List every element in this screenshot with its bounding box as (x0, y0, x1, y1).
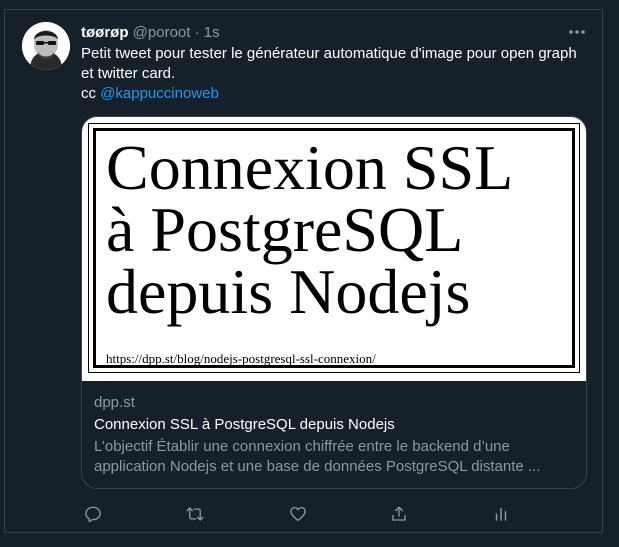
card-title: Connexion SSL à PostgreSQL depuis Nodejs (94, 416, 395, 433)
more-options-button[interactable] (565, 22, 589, 42)
image-frame: Connexion SSL à PostgreSQL depuis Nodejs… (88, 123, 580, 373)
tweet[interactable]: tøørøp @poroot · 1s Petit tweet pour tes… (4, 9, 603, 533)
image-title-line2: à PostgreSQL (106, 194, 464, 265)
action-bar (81, 502, 507, 526)
share-icon (392, 506, 406, 521)
retweet-icon (186, 507, 204, 521)
tweet-header: tøørøp @poroot · 1s (81, 23, 220, 43)
share-button[interactable] (387, 502, 411, 526)
timestamp[interactable]: 1s (204, 24, 220, 41)
display-name[interactable]: tøørøp (81, 24, 128, 41)
image-title: Connexion SSL à PostgreSQL depuis Nodejs (106, 132, 586, 327)
card-image[interactable]: Connexion SSL à PostgreSQL depuis Nodejs… (82, 117, 586, 381)
image-title-line3: depuis Nodejs (106, 256, 471, 327)
retweet-button[interactable] (183, 502, 207, 526)
analytics-button[interactable] (489, 502, 513, 526)
tweet-text-cc: cc (81, 85, 101, 102)
user-handle[interactable]: @poroot (133, 24, 191, 41)
image-title-line1: Connexion SSL (106, 132, 514, 203)
image-inner-frame: Connexion SSL à PostgreSQL depuis Nodejs… (93, 128, 575, 368)
card-description: L’objectif Établir une connexion chiffré… (94, 438, 541, 475)
heart-icon (290, 506, 306, 522)
tweet-text: Petit tweet pour tester le générateur au… (81, 44, 591, 104)
analytics-icon (495, 508, 507, 521)
like-button[interactable] (286, 502, 310, 526)
separator: · (194, 24, 200, 41)
mention-link[interactable]: @kappuccinoweb (100, 85, 219, 102)
tweet-text-line1: Petit tweet pour tester le générateur au… (81, 45, 577, 82)
reply-button[interactable] (81, 502, 105, 526)
image-url: https://dpp.st/blog/nodejs-postgresql-ss… (106, 351, 376, 366)
avatar-image (22, 22, 70, 70)
card-domain: dpp.st (94, 394, 135, 411)
avatar[interactable] (22, 22, 70, 70)
more-horizontal-icon (569, 30, 585, 34)
reply-icon (85, 506, 101, 523)
link-card[interactable]: Connexion SSL à PostgreSQL depuis Nodejs… (81, 116, 587, 489)
